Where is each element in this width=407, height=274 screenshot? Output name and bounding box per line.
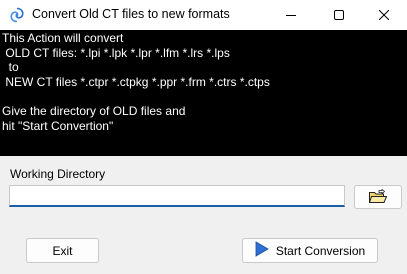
info-line: This Action will convert: [2, 31, 124, 45]
info-line: NEW CT files *.ctpr *.ctpkg *.ppr *.frm …: [2, 74, 270, 89]
exit-button[interactable]: Exit: [26, 238, 99, 263]
info-line: hit "Start Convertion": [2, 118, 114, 133]
minimize-button[interactable]: [268, 0, 314, 30]
start-conversion-label: Start Conversion: [275, 243, 366, 258]
info-line: Give the directory of OLD files and: [2, 103, 186, 118]
title-bar: Convert Old CT files to new formats: [0, 0, 407, 30]
working-directory-label: Working Directory: [10, 167, 106, 181]
maximize-button[interactable]: [316, 0, 362, 30]
window-title: Convert Old CT files to new formats: [32, 7, 230, 21]
play-icon: [255, 241, 269, 260]
info-line: OLD CT files: *.lpi *.lpk *.lpr *.lfm *.…: [2, 45, 230, 60]
info-line: to: [2, 60, 19, 75]
info-text-panel: This Action will convert OLD CT files: *…: [0, 30, 407, 156]
spiral-logo-icon: [9, 7, 25, 23]
open-folder-icon: [368, 189, 388, 203]
minimize-icon: [286, 15, 296, 16]
maximize-icon: [334, 10, 344, 20]
browse-folder-button[interactable]: [354, 185, 402, 209]
start-conversion-button[interactable]: Start Conversion: [242, 238, 378, 263]
info-line: [2, 89, 405, 104]
working-directory-input[interactable]: [9, 185, 345, 207]
exit-button-label: Exit: [52, 243, 73, 258]
close-icon: [379, 10, 389, 20]
close-button[interactable]: [361, 0, 407, 30]
